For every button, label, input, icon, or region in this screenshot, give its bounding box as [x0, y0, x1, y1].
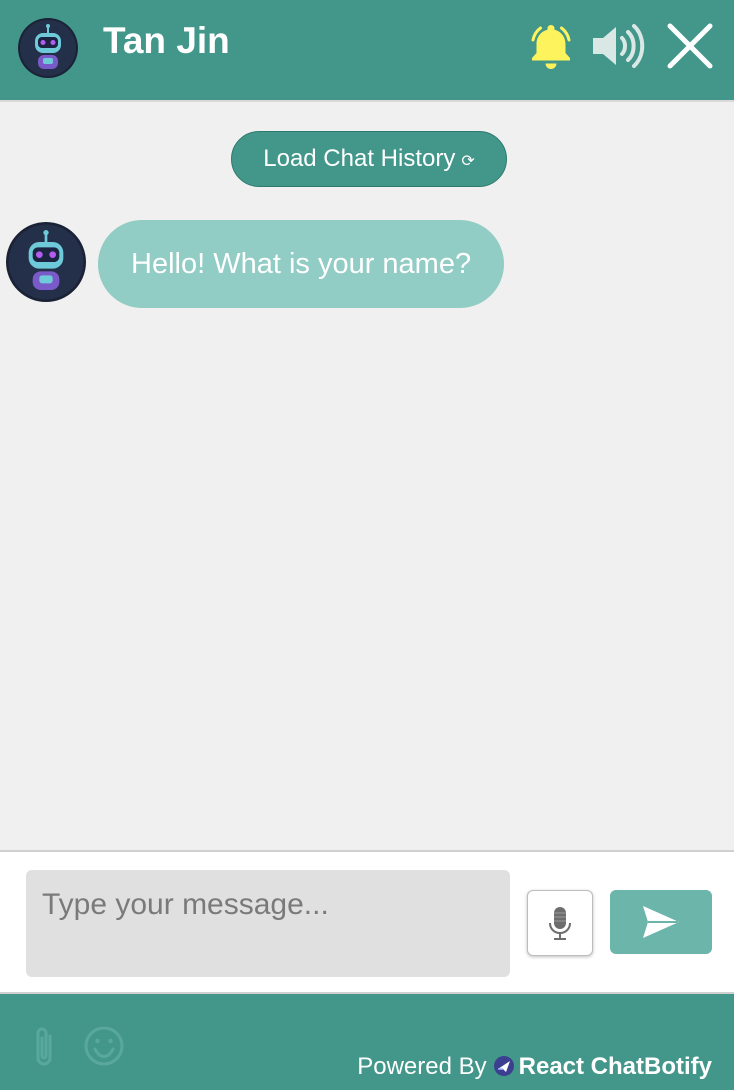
- volume-icon: [593, 24, 645, 68]
- paperclip-icon: [36, 1027, 52, 1066]
- chat-title: Tan Jin: [103, 20, 230, 61]
- load-chat-history-button[interactable]: Load Chat History ⟳: [231, 131, 507, 187]
- send-button[interactable]: [610, 890, 712, 954]
- robot-avatar-icon: [6, 222, 86, 302]
- close-button[interactable]: [664, 20, 716, 72]
- robot-avatar-icon: [18, 18, 78, 78]
- volume-button[interactable]: [589, 20, 649, 72]
- message-avatar: [6, 222, 86, 302]
- bell-icon: [531, 25, 571, 69]
- bot-message-bubble: Hello! What is your name?: [98, 220, 505, 308]
- close-icon: [667, 23, 713, 69]
- voice-input-button[interactable]: [527, 890, 593, 956]
- microphone-icon: [549, 907, 571, 940]
- chat-body[interactable]: Load Chat History ⟳ Hello! What is your n…: [0, 102, 734, 850]
- chatbotify-logo-icon: [493, 1056, 514, 1076]
- bot-avatar: [18, 18, 78, 78]
- powered-by-label: Powered By: [357, 1053, 487, 1080]
- attach-file-button[interactable]: [28, 1024, 60, 1072]
- chat-header: Tan Jin: [0, 0, 734, 102]
- react-chatbotify-link[interactable]: React ChatBotify: [519, 1053, 712, 1080]
- powered-by: Powered By React ChatBotify: [357, 1052, 712, 1082]
- smiley-icon: [84, 1026, 124, 1066]
- send-icon: [643, 906, 679, 938]
- load-chat-history-label: Load Chat History: [263, 145, 456, 172]
- chat-input-area: [0, 850, 734, 992]
- message-input[interactable]: [26, 870, 510, 977]
- emoji-picker-button[interactable]: [82, 1024, 126, 1068]
- refresh-icon: ⟳: [461, 153, 475, 170]
- notification-button[interactable]: [525, 20, 577, 72]
- chat-footer: Powered By React ChatBotify: [0, 992, 734, 1090]
